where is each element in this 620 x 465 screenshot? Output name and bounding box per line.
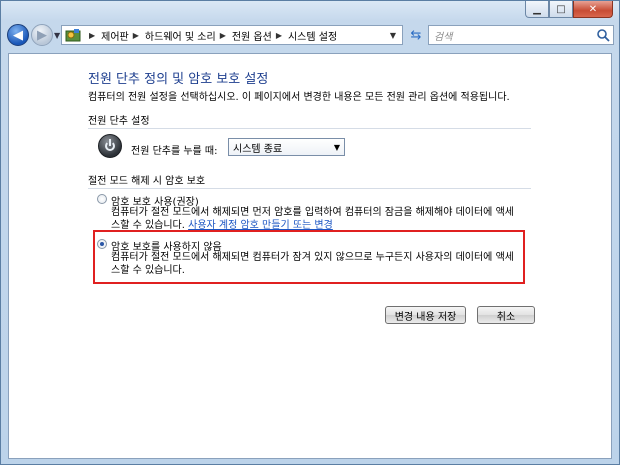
- cancel-button[interactable]: 취소: [477, 306, 535, 324]
- breadcrumb-control-panel[interactable]: 제어판: [101, 28, 129, 43]
- divider: [88, 128, 531, 129]
- breadcrumb-hardware-sound[interactable]: 하드웨어 및 소리: [145, 28, 216, 43]
- address-dropdown-icon[interactable]: ▼: [386, 28, 400, 42]
- back-button[interactable]: ◀: [7, 24, 29, 46]
- chevron-down-icon[interactable]: ▼: [330, 143, 344, 152]
- require-password-radio[interactable]: [97, 194, 107, 204]
- forward-button[interactable]: ▶: [31, 24, 53, 46]
- divider: [88, 188, 531, 189]
- caption-buttons: ▁ □ ✕: [525, 1, 613, 18]
- breadcrumb-separator-icon: ▶: [132, 30, 139, 40]
- search-icon[interactable]: [596, 28, 610, 42]
- no-password-description: 컴퓨터가 절전 모드에서 해제되면 컴퓨터가 잠겨 있지 않으므로 누구든지 사…: [111, 251, 521, 277]
- content-pane: 전원 단추 정의 및 암호 보호 설정 컴퓨터의 전원 설정을 선택하십시오. …: [8, 53, 612, 459]
- navigation-bar: ◀ ▶ ▼ ▶ 제어판 ▶ 하드웨어 및 소리 ▶ 전원 옵션 ▶ 시스템 설정…: [1, 21, 619, 49]
- require-password-description: 컴퓨터가 절전 모드에서 해제되면 먼저 암호를 입력하여 컴퓨터의 잠금을 해…: [111, 206, 521, 232]
- no-password-desc-line1: 컴퓨터가 절전 모드에서 해제되면 컴퓨터가 잠겨 있지 않으므로 누구든지 사…: [111, 252, 514, 263]
- recent-pages-dropdown[interactable]: ▼: [54, 31, 60, 40]
- window: ▁ □ ✕ ◀ ▶ ▼ ▶ 제어판 ▶ 하드웨어 및 소리 ▶ 전원 옵션 ▶ …: [0, 0, 620, 465]
- power-button-section-title: 전원 단추 설정: [88, 116, 150, 127]
- require-password-desc-line1: 컴퓨터가 절전 모드에서 해제되면 먼저 암호를 입력하여 컴퓨터의 잠금을 해…: [111, 207, 514, 218]
- control-panel-icon: [65, 29, 81, 42]
- breadcrumb-separator-icon: ▶: [219, 30, 226, 40]
- search-box[interactable]: 검색: [428, 25, 614, 45]
- breadcrumb-system-settings[interactable]: 시스템 설정: [288, 28, 337, 43]
- no-password-desc-line2: 스할 수 있습니다.: [111, 265, 185, 276]
- power-button-action-select[interactable]: 시스템 종료 ▼: [228, 138, 345, 156]
- maximize-icon[interactable]: □: [549, 1, 573, 18]
- minimize-icon[interactable]: ▁: [525, 1, 549, 18]
- breadcrumb-power-options[interactable]: 전원 옵션: [232, 28, 272, 43]
- wake-password-section-title: 절전 모드 해제 시 암호 보호: [88, 176, 206, 187]
- search-input[interactable]: 검색: [434, 28, 596, 43]
- power-icon: [98, 134, 122, 158]
- page-description: 컴퓨터의 전원 설정을 선택하십시오. 이 페이지에서 변경한 내용은 모든 전…: [88, 92, 510, 103]
- breadcrumb-separator-icon: ▶: [275, 30, 282, 40]
- power-button-action-value: 시스템 종료: [233, 143, 283, 155]
- close-icon[interactable]: ✕: [573, 1, 613, 18]
- no-password-radio[interactable]: [97, 239, 107, 249]
- page-title: 전원 단추 정의 및 암호 보호 설정: [88, 72, 269, 87]
- refresh-icon[interactable]: ⇆: [406, 25, 426, 45]
- breadcrumb-separator-icon: ▶: [89, 30, 96, 40]
- power-button-label: 전원 단추를 누를 때:: [131, 146, 218, 157]
- address-bar[interactable]: ▶ 제어판 ▶ 하드웨어 및 소리 ▶ 전원 옵션 ▶ 시스템 설정 ▼: [61, 25, 403, 45]
- save-changes-button[interactable]: 변경 내용 저장: [385, 306, 466, 324]
